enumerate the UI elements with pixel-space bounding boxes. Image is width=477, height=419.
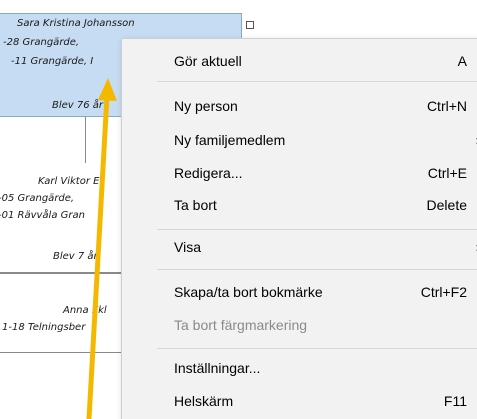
menu-item-label: Helskärm <box>174 393 234 409</box>
expand-box-icon[interactable] <box>246 21 254 29</box>
menu-item-helskarm[interactable]: Helskärm F11 <box>122 388 477 414</box>
menu-item-shortcut: Ctrl+N <box>426 98 467 114</box>
menu-item-redigera[interactable]: Redigera... Ctrl+E <box>122 160 477 186</box>
person-card[interactable]: Karl Viktor E -05 Grangärde, -01 Rävvåla… <box>0 163 123 273</box>
age-label: Blev 7 år <box>53 251 98 262</box>
context-menu[interactable]: Gör aktuell A Ny person Ctrl+N Ny familj… <box>121 38 477 419</box>
menu-item-shortcut: Ctrl+F2 <box>420 284 467 300</box>
menu-item-shortcut: Ctrl+E <box>427 165 467 181</box>
death-info: -01 Rävvåla Gran <box>0 210 85 221</box>
birth-info: -05 Grangärde, <box>0 193 75 204</box>
person-name: Anna Ekl <box>63 305 107 316</box>
person-name: Sara Kristina Johansson <box>17 18 135 29</box>
menu-item-label: Inställningar... <box>174 360 261 376</box>
menu-separator <box>157 229 477 230</box>
menu-item-gor-aktuell[interactable]: Gör aktuell A <box>122 48 477 74</box>
birth-info: 1-18 Telningsber <box>2 322 86 333</box>
menu-item-label: Gör aktuell <box>174 53 242 69</box>
menu-item-installningar[interactable]: Inställningar... <box>122 355 477 381</box>
menu-item-label: Visa <box>174 239 201 255</box>
menu-separator <box>157 348 477 349</box>
menu-item-ta-bort-fargmarkering[interactable]: Ta bort färgmarkering <box>122 312 477 338</box>
connector-line <box>0 273 125 274</box>
birth-info: -28 Grangärde, <box>3 37 80 48</box>
menu-separator <box>157 269 477 270</box>
menu-item-label: Redigera... <box>174 165 243 181</box>
connector-line <box>85 117 86 163</box>
person-card[interactable]: Anna Ekl 1-18 Telningsber <box>0 293 123 353</box>
menu-item-ta-bort[interactable]: Ta bort Delete <box>122 192 477 218</box>
menu-item-label: Ta bort färgmarkering <box>174 317 308 333</box>
menu-item-shortcut: F11 <box>443 393 467 409</box>
menu-item-shortcut: A <box>457 53 467 69</box>
death-info: -11 Grangärde, I <box>11 56 94 67</box>
menu-item-label: Ny familjemedlem <box>174 132 286 148</box>
menu-item-skapa-bokmarke[interactable]: Skapa/ta bort bokmärke Ctrl+F2 <box>122 279 477 305</box>
menu-separator <box>157 81 477 82</box>
menu-item-label: Ny person <box>174 98 238 114</box>
menu-item-visa[interactable]: Visa › <box>122 234 477 260</box>
menu-item-ny-familjemedlem[interactable]: Ny familjemedlem › <box>122 127 477 153</box>
menu-item-ny-person[interactable]: Ny person Ctrl+N <box>122 93 477 119</box>
age-label: Blev 76 år <box>52 100 104 111</box>
menu-item-label: Ta bort <box>174 197 217 213</box>
person-name: Karl Viktor E <box>38 176 100 187</box>
menu-item-label: Skapa/ta bort bokmärke <box>174 284 323 300</box>
menu-item-shortcut: Delete <box>426 197 467 213</box>
screenshot-stage: Sara Kristina Johansson -28 Grangärde, -… <box>0 0 477 419</box>
